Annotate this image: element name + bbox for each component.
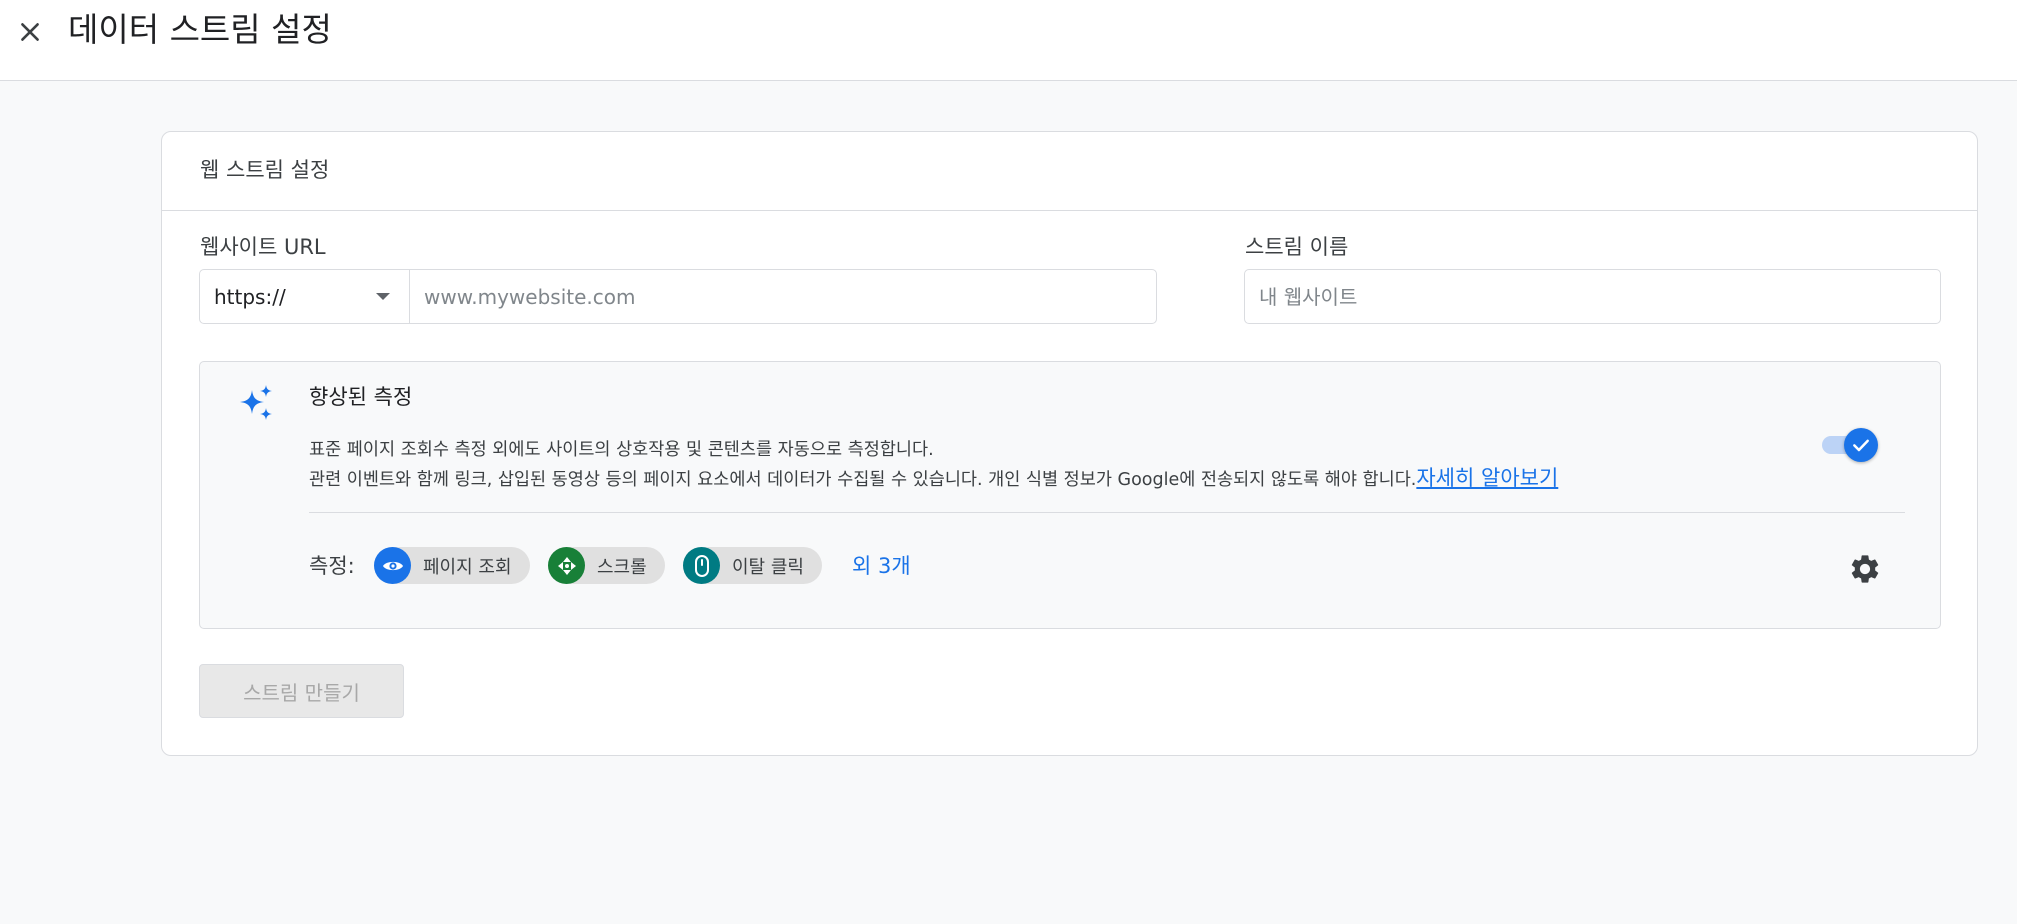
website-url-input[interactable] <box>410 270 1156 323</box>
enhanced-measurement-title: 향상된 측정 <box>309 385 413 409</box>
web-stream-settings-card: 웹 스트림 설정 웹사이트 URL https:// 스트림 이름 향상된 측정… <box>161 131 1978 756</box>
card-header: 웹 스트림 설정 <box>162 132 1977 211</box>
more-events-link[interactable]: 외 3개 <box>852 551 911 581</box>
mouse-icon <box>683 547 720 584</box>
top-bar: 데이터 스트림 설정 <box>0 0 2017 81</box>
protocol-select[interactable]: https:// <box>200 270 410 323</box>
protocol-value: https:// <box>214 284 286 309</box>
stream-name-input[interactable] <box>1245 270 1940 323</box>
chip-scroll: 스크롤 <box>548 547 665 584</box>
panel-divider <box>309 512 1905 513</box>
close-button[interactable] <box>12 14 48 50</box>
create-stream-button[interactable]: 스트림 만들기 <box>199 664 404 718</box>
toggle-knob <box>1844 428 1878 462</box>
chip-label: 페이지 조회 <box>423 556 512 578</box>
description-line-2: 관련 이벤트와 함께 링크, 삽입된 동영상 등의 페이지 요소에서 데이터가 … <box>309 464 1558 494</box>
scroll-icon <box>548 547 585 584</box>
chip-page-view: 페이지 조회 <box>374 547 530 584</box>
stream-name-group <box>1244 269 1941 324</box>
page-title: 데이터 스트림 설정 <box>68 10 332 49</box>
enhanced-measurement-panel: 향상된 측정 표준 페이지 조회수 측정 외에도 사이트의 상호작용 및 콘텐츠… <box>199 361 1941 629</box>
description-line-1: 표준 페이지 조회수 측정 외에도 사이트의 상호작용 및 콘텐츠를 자동으로 … <box>309 440 934 460</box>
close-icon <box>21 23 39 41</box>
chip-outbound-click: 이탈 클릭 <box>683 547 822 584</box>
settings-button[interactable] <box>1847 551 1883 587</box>
chip-label: 스크롤 <box>597 556 647 578</box>
chip-label: 이탈 클릭 <box>732 556 804 578</box>
gear-icon <box>1851 555 1879 583</box>
description-line-2-text: 관련 이벤트와 함께 링크, 삽입된 동영상 등의 페이지 요소에서 데이터가 … <box>309 470 1417 490</box>
website-url-label: 웹사이트 URL <box>200 235 326 259</box>
check-icon <box>1853 439 1869 452</box>
website-url-group: https:// <box>199 269 1157 324</box>
sparkle-icon <box>240 385 272 420</box>
measure-label: 측정: <box>309 554 355 578</box>
enhanced-measurement-description: 표준 페이지 조회수 측정 외에도 사이트의 상호작용 및 콘텐츠를 자동으로 … <box>309 436 1558 494</box>
dropdown-arrow-icon <box>376 292 390 300</box>
learn-more-link[interactable]: 자세히 알아보기 <box>1416 466 1558 490</box>
stream-name-label: 스트림 이름 <box>1245 235 1349 259</box>
eye-icon <box>374 547 411 584</box>
card-title: 웹 스트림 설정 <box>200 158 330 182</box>
enhanced-measurement-toggle[interactable] <box>1822 428 1878 462</box>
